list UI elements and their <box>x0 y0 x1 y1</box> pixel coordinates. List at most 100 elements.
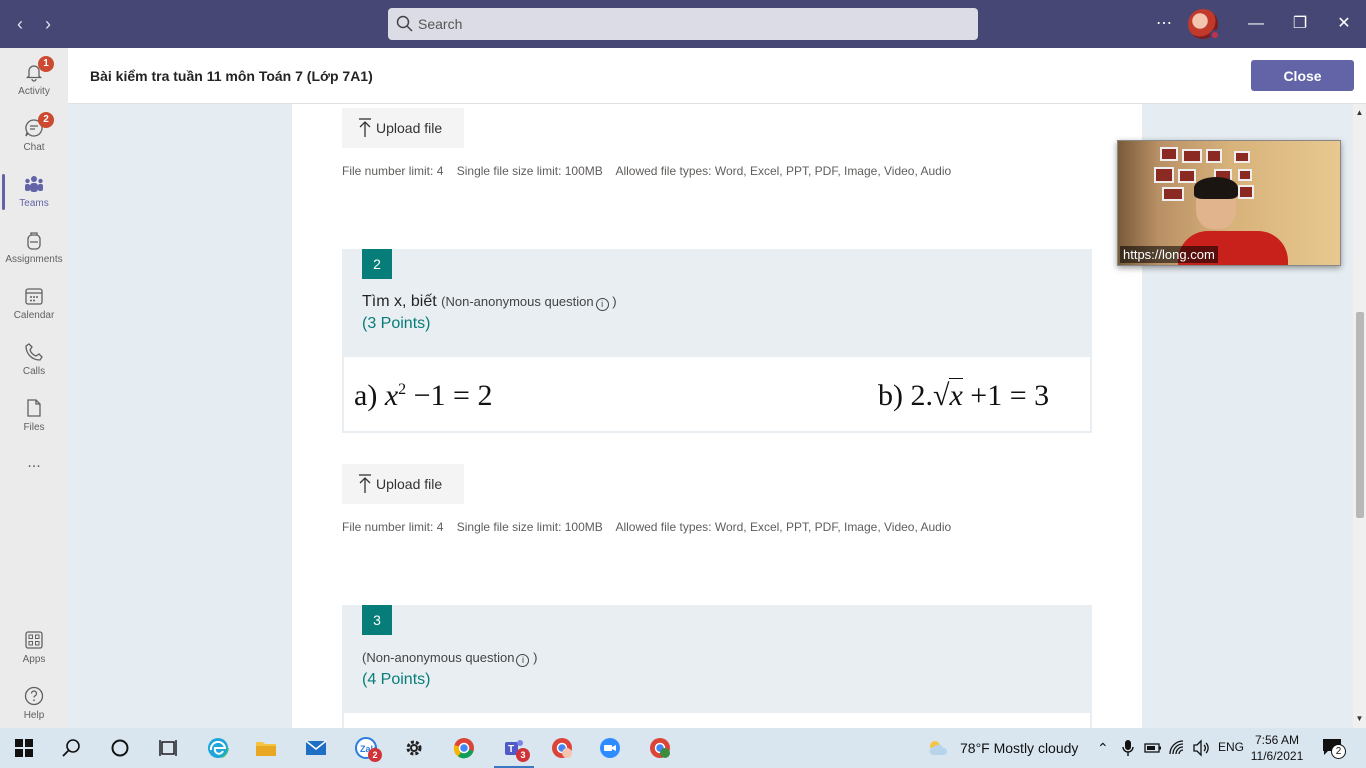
language-indicator[interactable]: ENG <box>1218 740 1244 754</box>
wall-frame <box>1160 147 1178 161</box>
search-box[interactable] <box>388 8 978 40</box>
more-apps-button[interactable]: ... <box>0 448 68 488</box>
minimize-icon[interactable]: — <box>1244 12 1268 36</box>
scrollbar-thumb[interactable] <box>1356 312 1364 518</box>
gear-icon <box>406 740 422 756</box>
upload-file-button[interactable]: Upload file <box>342 464 464 504</box>
rail-item-label: Calls <box>22 366 46 377</box>
close-button[interactable]: Close <box>1251 60 1354 91</box>
taskbar-search-button[interactable] <box>48 728 96 768</box>
wall-frame <box>1234 151 1250 163</box>
taskbar-mail[interactable] <box>292 728 340 768</box>
wall-frame <box>1154 167 1174 183</box>
upload-file-button[interactable]: Upload file <box>342 108 464 148</box>
single-file-size-limit: Single file size limit: 100MB <box>456 520 603 534</box>
taskbar-chrome[interactable] <box>440 728 488 768</box>
rail-item-apps[interactable]: Apps <box>0 620 68 676</box>
scroll-down-icon[interactable]: ▼ <box>1355 714 1364 723</box>
search-input[interactable] <box>418 8 958 40</box>
system-clock[interactable]: 7:56 AM 11/6/2021 <box>1250 732 1304 764</box>
cloud-icon <box>929 741 948 755</box>
rail-item-calendar[interactable]: Calendar <box>0 276 68 332</box>
microphone-icon[interactable] <box>1121 739 1135 757</box>
info-icon[interactable]: i <box>595 298 609 311</box>
calendar-icon <box>25 288 43 305</box>
notification-center[interactable]: 2 <box>1322 738 1350 760</box>
person-hair <box>1194 177 1238 199</box>
taskbar-zoom[interactable] <box>586 728 634 768</box>
upload-limits: File number limit: 4 Single file size li… <box>342 520 961 534</box>
video-camera-icon <box>600 738 620 758</box>
rail-item-files[interactable]: Files <box>0 388 68 444</box>
rail-item-label: Chat <box>23 142 45 153</box>
chevron-up-icon[interactable]: ⌃ <box>1097 740 1109 757</box>
rail-item-label: Teams <box>19 198 49 209</box>
info-icon[interactable]: i <box>516 654 530 667</box>
wall-frame <box>1206 149 1222 163</box>
scroll-up-icon[interactable]: ▲ <box>1355 108 1364 117</box>
chrome-profile-icon <box>650 738 670 758</box>
rail-item-label: Activity <box>18 86 50 97</box>
more-options-icon[interactable]: ⋯ <box>1152 12 1176 36</box>
rail-item-help[interactable]: Help <box>0 676 68 732</box>
app-rail: 1 Activity 2 Chat Teams Assignments Cale… <box>0 48 68 728</box>
taskbar-settings[interactable] <box>390 728 438 768</box>
search-icon <box>396 15 413 32</box>
weather-text[interactable]: 78°F Mostly cloudy <box>960 740 1078 756</box>
taskbar-edge[interactable] <box>194 728 242 768</box>
taskbar-teams[interactable]: T 3 <box>490 728 538 768</box>
teams-icon <box>25 176 43 192</box>
close-window-icon[interactable]: ✕ <box>1332 12 1356 36</box>
task-view-button[interactable] <box>144 728 192 768</box>
wall-frame <box>1238 169 1252 181</box>
upload-file-label: Upload file <box>376 120 443 136</box>
question-text: Tìm x, biết <box>362 293 437 310</box>
back-arrow-icon[interactable]: ‹ <box>8 12 32 36</box>
wall-frame <box>1238 185 1254 199</box>
video-overlay[interactable]: https://long.com <box>1117 140 1341 266</box>
question-card: 2 Tìm x, biết (Non-anonymous question i )… <box>342 249 1092 433</box>
chat-badge: 2 <box>38 112 54 128</box>
vertical-scrollbar[interactable]: ▲ ▼ <box>1353 104 1366 728</box>
page-title: Bài kiểm tra tuần 11 môn Toán 7 (Lớp 7A1… <box>90 68 373 84</box>
taskbar-file-explorer[interactable] <box>242 728 290 768</box>
rail-item-chat[interactable]: 2 Chat <box>0 108 68 164</box>
forward-arrow-icon[interactable]: › <box>36 12 60 36</box>
clock-time: 7:56 AM <box>1254 733 1300 747</box>
cortana-button[interactable] <box>96 728 144 768</box>
title-bar: ‹ › ⋯ — ❐ ✕ <box>0 0 1366 48</box>
non-anonymous-label: (Non-anonymous question i ) <box>441 294 617 311</box>
question-points: (4 Points) <box>362 671 431 688</box>
wall-frame <box>1182 149 1202 163</box>
wall-frame <box>1178 169 1196 183</box>
rail-item-label: Files <box>23 422 45 433</box>
upload-icon <box>359 474 371 493</box>
notification-count: 2 <box>1331 744 1346 759</box>
phone-icon <box>25 343 43 361</box>
question-title: (Non-anonymous question i ) <box>362 649 537 667</box>
rail-item-calls[interactable]: Calls <box>0 332 68 388</box>
search-icon <box>62 739 80 757</box>
speaker-icon[interactable] <box>1192 739 1210 757</box>
upload-file-label: Upload file <box>376 476 443 492</box>
file-number-limit: File number limit: 4 <box>342 164 444 178</box>
taskbar-zalo[interactable]: Zalo 2 <box>342 728 390 768</box>
help-icon <box>24 686 44 706</box>
mail-icon <box>305 740 327 755</box>
taskbar-chrome-p[interactable] <box>636 728 684 768</box>
taskbar-chrome-profile[interactable] <box>538 728 586 768</box>
allowed-file-types: Allowed file types: Word, Excel, PPT, PD… <box>615 164 952 178</box>
rail-item-label: Assignments <box>5 254 63 265</box>
windows-taskbar: Zalo 2 T 3 78°F Mostly cloudy ⌃ ENG 7:56… <box>0 728 1366 768</box>
battery-icon[interactable] <box>1144 741 1162 755</box>
question-image: a) x2 −1 = 2 b) 2.√x +1 = 3 <box>344 357 1090 431</box>
rail-item-activity[interactable]: 1 Activity <box>0 52 68 108</box>
wifi-icon[interactable] <box>1168 739 1186 757</box>
rail-item-teams[interactable]: Teams <box>0 164 68 220</box>
maximize-icon[interactable]: ❐ <box>1288 12 1312 36</box>
edge-icon <box>207 737 229 759</box>
question-title: Tìm x, biết (Non-anonymous question i ) <box>362 293 617 311</box>
rail-item-assignments[interactable]: Assignments <box>0 220 68 276</box>
start-button[interactable] <box>0 728 48 768</box>
cortana-icon <box>111 739 129 757</box>
